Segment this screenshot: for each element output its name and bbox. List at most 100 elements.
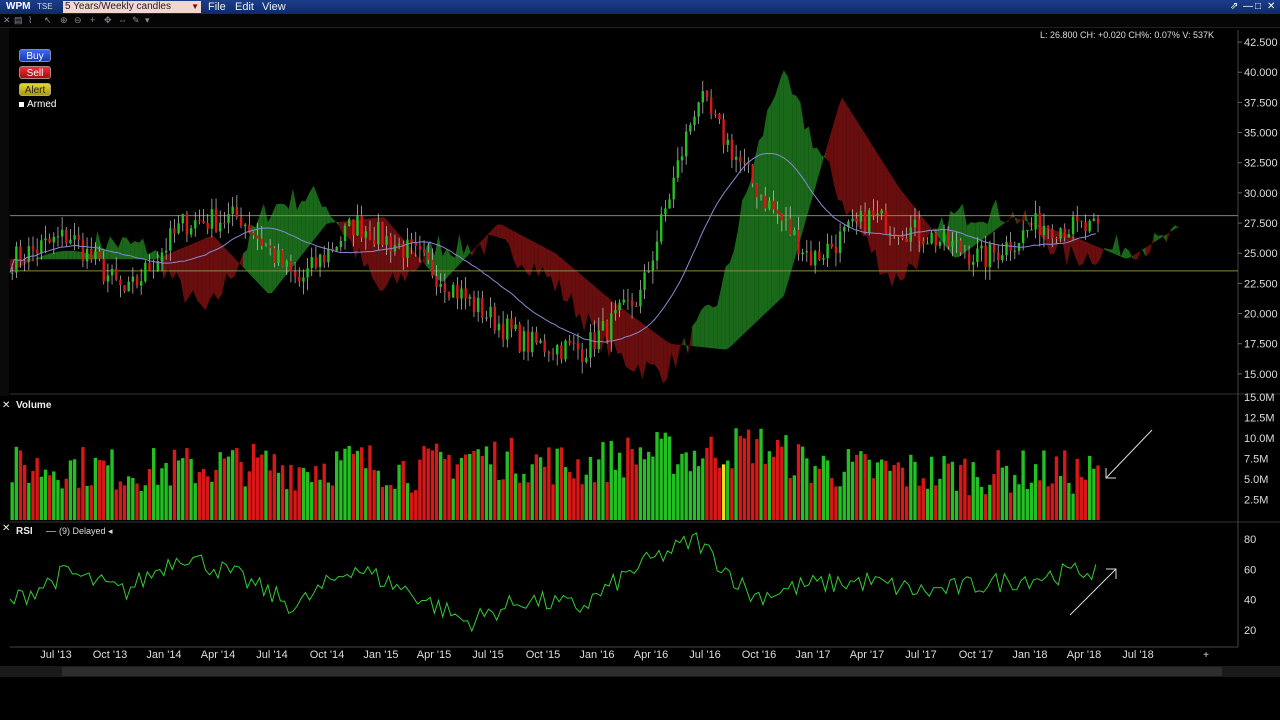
- cloud-segment: [804, 126, 809, 225]
- candle-body: [676, 160, 680, 178]
- candle-body: [98, 251, 101, 259]
- volume-bar: [60, 488, 64, 520]
- volume-bar: [1088, 455, 1092, 520]
- volume-bar: [68, 460, 73, 520]
- candle-body: [972, 261, 975, 265]
- volume-bar: [821, 455, 826, 520]
- cloud-segment: [218, 240, 223, 300]
- candle-body: [988, 244, 992, 268]
- scroll-thumb[interactable]: [62, 667, 1222, 676]
- armed-toggle[interactable]: Armed: [19, 99, 56, 110]
- candle-body: [135, 276, 139, 286]
- cloud-segment: [1141, 247, 1146, 257]
- time-tick-label: Jan '14: [146, 649, 181, 661]
- volume-bar: [755, 439, 759, 520]
- candle-body: [942, 229, 946, 242]
- volume-bar: [788, 477, 792, 520]
- rsi-tick-label: 40: [1244, 595, 1256, 607]
- volume-bar: [880, 459, 884, 520]
- buy-button[interactable]: Buy: [19, 49, 51, 62]
- cloud-segment: [675, 344, 680, 369]
- cloud-segment: [176, 248, 181, 281]
- volume-bar: [784, 435, 788, 520]
- cloud-segment: [122, 237, 127, 260]
- candle-body: [119, 279, 122, 286]
- cloud-segment: [467, 243, 472, 257]
- candle-body: [252, 232, 255, 236]
- candle-body: [818, 251, 821, 260]
- volume-bar: [613, 469, 618, 520]
- cloud-segment: [505, 226, 510, 245]
- volume-bar: [210, 481, 214, 520]
- candle-body: [734, 156, 738, 160]
- volume-bar: [501, 479, 505, 520]
- volume-bar: [218, 452, 222, 520]
- volume-bar: [405, 483, 410, 520]
- volume-bar: [156, 484, 160, 520]
- volume-bar: [929, 456, 934, 520]
- legend-settings-icon[interactable]: ◂: [108, 526, 113, 536]
- candle-body: [460, 288, 463, 299]
- candle-body: [148, 262, 151, 271]
- volume-bar: [884, 460, 888, 520]
- cloud-segment: [625, 311, 630, 370]
- candle-body: [285, 260, 288, 267]
- candle-body: [551, 353, 555, 355]
- volume-bar: [1046, 486, 1050, 520]
- candle-body: [980, 245, 983, 249]
- candle-body: [610, 313, 613, 340]
- candle-body: [343, 225, 347, 241]
- volume-bar: [738, 435, 742, 520]
- volume-close-icon[interactable]: ✕: [2, 400, 10, 411]
- cloud-segment: [787, 77, 793, 283]
- cloud-segment: [1016, 218, 1021, 225]
- volume-bar: [418, 459, 422, 520]
- candle-body: [427, 252, 430, 260]
- candle-body: [726, 139, 729, 145]
- volume-bar: [18, 450, 23, 520]
- sell-button[interactable]: Sell: [19, 66, 51, 79]
- moving-average-line: [9, 152, 1096, 343]
- volume-bar: [260, 454, 264, 520]
- volume-bar: [992, 474, 996, 520]
- candle-body: [934, 232, 937, 246]
- candle-body: [356, 215, 359, 236]
- candle-body: [951, 241, 954, 247]
- volume-bar: [825, 460, 830, 520]
- candle-body: [422, 249, 426, 253]
- rsi-close-icon[interactable]: ✕: [2, 523, 10, 534]
- volume-bar: [522, 473, 526, 520]
- volume-bar: [35, 458, 39, 520]
- cloud-segment: [763, 110, 768, 316]
- cloud-segment: [588, 280, 593, 326]
- volume-bar: [975, 477, 980, 520]
- volume-bar: [580, 484, 584, 520]
- cloud-segment: [971, 222, 976, 248]
- volume-bar: [896, 462, 901, 520]
- volume-bar: [1058, 475, 1063, 520]
- cloud-segment: [1116, 234, 1121, 257]
- chart-canvas[interactable]: 42.500 40.000 37.500 35.000 32.500 30.000 27.5…: [0, 0, 1280, 720]
- volume-bar: [871, 478, 876, 520]
- volume-bar: [559, 447, 564, 520]
- volume-bar: [89, 485, 93, 520]
- volume-bar: [31, 470, 35, 520]
- candle-body: [647, 270, 650, 273]
- rsi-legend[interactable]: (9) Delayed ◂: [46, 526, 113, 537]
- time-tick-label: Oct '13: [93, 649, 128, 661]
- volume-bar: [767, 451, 772, 520]
- cloud-segment: [1120, 247, 1125, 259]
- cloud-segment: [1133, 252, 1138, 260]
- cloud-segment: [517, 233, 522, 269]
- volume-bar: [268, 470, 272, 520]
- cloud-segment: [118, 237, 123, 260]
- volume-bar: [64, 478, 68, 520]
- volume-bar: [971, 462, 975, 520]
- alert-button[interactable]: Alert: [19, 83, 51, 96]
- cloud-segment: [696, 311, 701, 347]
- volume-bar: [850, 461, 855, 520]
- volume-bar: [1029, 482, 1034, 520]
- candle-body: [443, 283, 447, 293]
- volume-bar: [189, 458, 193, 520]
- armed-checkbox[interactable]: [19, 101, 24, 107]
